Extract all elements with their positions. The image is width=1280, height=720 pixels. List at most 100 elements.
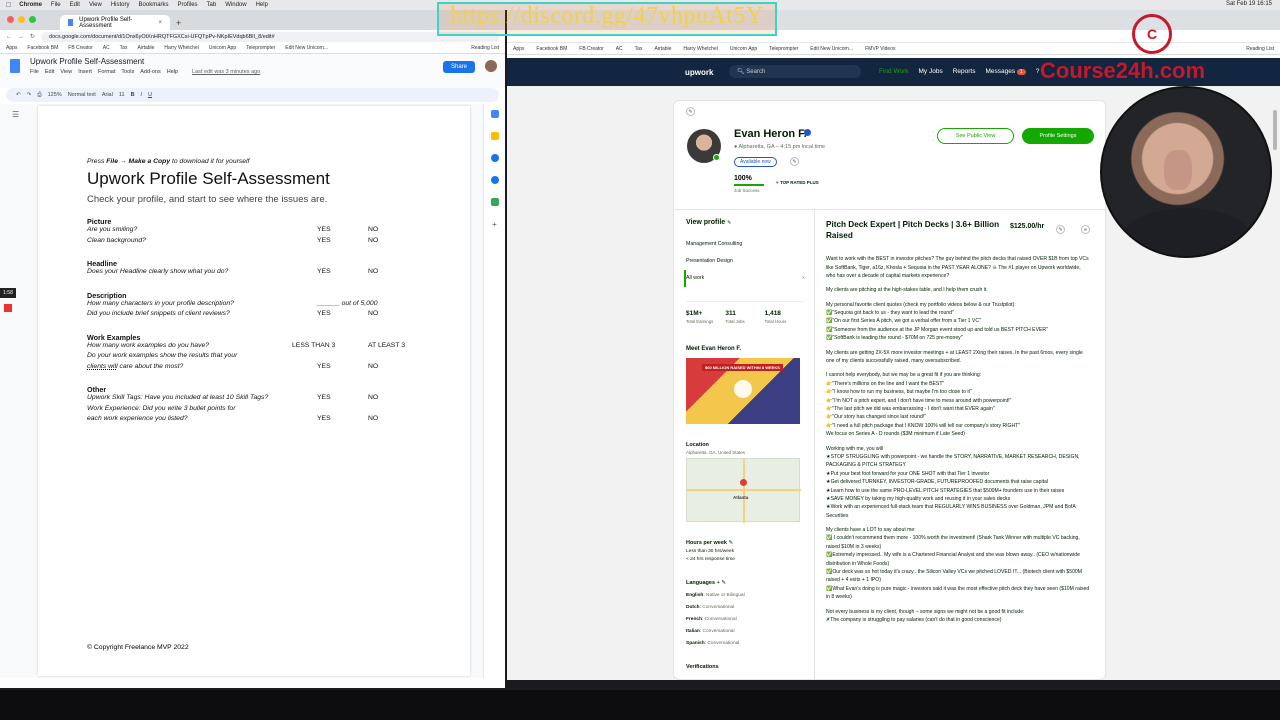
nav-find-work[interactable]: Find Work xyxy=(879,68,909,75)
bookmark-ac[interactable]: AC xyxy=(616,46,623,52)
bookmark-tax[interactable]: Tax xyxy=(120,45,128,51)
address-bar[interactable]: docs.google.com/document/d/1Ons6yOtXnHRQ… xyxy=(41,31,499,42)
menu-clock[interactable]: Sat Feb 19 16:15 xyxy=(1226,1,1272,7)
nav-my-jobs[interactable]: My Jobs xyxy=(919,68,943,75)
minimize-window-button[interactable] xyxy=(18,16,25,23)
bookmark-ac[interactable]: AC xyxy=(103,45,110,51)
keep-icon[interactable] xyxy=(490,132,499,140)
add-ons-plus-icon[interactable]: + xyxy=(484,220,505,229)
docs-menu-view[interactable]: View xyxy=(60,69,72,75)
bookmark-fmvp-videos[interactable]: FMVP Videos xyxy=(865,46,895,52)
close-window-button[interactable] xyxy=(7,16,14,23)
menu-profiles[interactable]: Profiles xyxy=(178,2,198,8)
reload-icon[interactable]: ↻ xyxy=(30,33,35,40)
back-icon[interactable]: ← xyxy=(6,34,12,40)
menu-app-name[interactable]: Chrome xyxy=(19,2,42,8)
nav-reports[interactable]: Reports xyxy=(953,68,976,75)
tab-upwork-self-assessment[interactable]: Upwork Profile Self-Assessment × xyxy=(60,15,170,30)
docs-menu-tools[interactable]: Tools xyxy=(121,69,134,75)
calendar-icon[interactable] xyxy=(490,110,499,118)
google-docs-icon[interactable] xyxy=(10,59,20,73)
edit-rate-icon[interactable]: ✎ xyxy=(1056,225,1065,234)
bookmark-edit-new-unicorn[interactable]: Edit New Unicorn... xyxy=(285,45,328,51)
see-public-view-button[interactable]: See Public View xyxy=(937,128,1014,144)
spec-presentation-design[interactable]: Presentation Design xyxy=(686,253,804,270)
bookmark-airtable[interactable]: Airtable xyxy=(654,46,671,52)
edit-pencil-icon[interactable]: ✎ xyxy=(721,580,726,586)
new-tab-button[interactable]: + xyxy=(176,18,181,28)
redo-icon[interactable]: ↷ xyxy=(27,92,32,98)
italic-icon[interactable]: I xyxy=(141,92,143,98)
bookmark-facebook-bm[interactable]: Facebook BM xyxy=(27,45,58,51)
help-icon[interactable]: ? xyxy=(1036,68,1040,75)
menu-view[interactable]: View xyxy=(89,2,102,8)
menu-help[interactable]: Help xyxy=(256,2,268,8)
bookmark-tax[interactable]: Tax xyxy=(635,46,643,52)
menu-tab[interactable]: Tab xyxy=(207,2,217,8)
document-title[interactable]: Upwork Profile Self-Assessment xyxy=(30,57,144,66)
bookmark-reading-list[interactable]: Reading List xyxy=(471,45,499,51)
stop-recording-icon[interactable] xyxy=(4,304,12,312)
apple-icon[interactable]:  xyxy=(6,2,11,9)
menu-history[interactable]: History xyxy=(111,2,130,8)
style-select[interactable]: Normal text xyxy=(68,92,96,98)
bookmark-facebook-bm[interactable]: Facebook BM xyxy=(536,46,567,52)
bookmark-teleprompter[interactable]: Teleprompter xyxy=(769,46,798,52)
docs-menu-addons[interactable]: Add-ons xyxy=(140,69,161,75)
spec-all-work[interactable]: All work › xyxy=(684,270,804,287)
nav-messages[interactable]: Messages 1 xyxy=(985,68,1026,75)
page-scrollbar[interactable] xyxy=(1273,110,1277,150)
docs-menu-edit[interactable]: Edit xyxy=(45,69,54,75)
availability-badge[interactable]: Available now xyxy=(734,157,777,167)
upwork-logo[interactable]: upwork xyxy=(685,68,713,77)
location-map[interactable]: Atlanta xyxy=(686,458,801,523)
play-icon[interactable] xyxy=(734,380,752,398)
outline-icon[interactable]: ☰ xyxy=(12,110,19,119)
edit-photo-icon[interactable]: ✎ xyxy=(686,107,695,116)
bookmark-teleprompter[interactable]: Teleprompter xyxy=(246,45,275,51)
user-avatar[interactable] xyxy=(485,60,497,72)
zoom-select[interactable]: 125% xyxy=(48,92,62,98)
bookmark-apps[interactable]: Apps xyxy=(513,46,524,52)
add-language-icon[interactable]: + xyxy=(717,580,720,586)
menu-bookmarks[interactable]: Bookmarks xyxy=(139,2,169,8)
spec-management-consulting[interactable]: Management Consulting xyxy=(686,236,804,253)
menu-file[interactable]: File xyxy=(51,2,61,8)
bookmark-edit-new-unicorn[interactable]: Edit New Unicorn... xyxy=(810,46,853,52)
bold-icon[interactable]: B xyxy=(131,92,135,98)
docs-menu-format[interactable]: Format xyxy=(98,69,115,75)
edit-pencil-icon[interactable]: ✎ xyxy=(727,220,731,226)
maps-icon[interactable] xyxy=(490,198,499,206)
profile-settings-button[interactable]: Profile Settings xyxy=(1022,128,1094,144)
menu-edit[interactable]: Edit xyxy=(70,2,80,8)
tasks-icon[interactable] xyxy=(490,154,499,162)
contacts-icon[interactable] xyxy=(490,176,499,184)
menu-window[interactable]: Window xyxy=(225,2,246,8)
bookmark-harry[interactable]: Harry Whetchel xyxy=(683,46,717,52)
bookmark-unicorn-app[interactable]: Unicorn App xyxy=(730,46,757,52)
docs-menu-insert[interactable]: Insert xyxy=(78,69,92,75)
undo-icon[interactable]: ↶ xyxy=(16,92,21,98)
bookmark-fb-creator[interactable]: FB Creator xyxy=(68,45,92,51)
zoom-window-button[interactable] xyxy=(29,16,36,23)
close-tab-icon[interactable]: × xyxy=(158,20,162,26)
docs-menu-help[interactable]: Help xyxy=(167,69,178,75)
forward-icon[interactable]: → xyxy=(18,34,24,40)
bookmark-airtable[interactable]: Airtable xyxy=(137,45,154,51)
last-edit-link[interactable]: Last edit was 3 minutes ago xyxy=(192,69,260,75)
bookmark-reading-list[interactable]: Reading List xyxy=(1246,46,1274,52)
discord-link[interactable]: https://discord.gg/47vhpuAt5Y xyxy=(450,3,764,30)
font-select[interactable]: Arial xyxy=(102,92,113,98)
print-icon[interactable]: ⎙ xyxy=(37,92,41,99)
bookmark-apps[interactable]: Apps xyxy=(6,45,17,51)
upwork-search-input[interactable]: 🔍︎ Search xyxy=(729,65,861,78)
docs-menu-file[interactable]: File xyxy=(30,69,39,75)
link-icon[interactable]: ∞ xyxy=(1081,225,1090,234)
font-size-input[interactable]: 11 xyxy=(119,92,125,98)
bookmark-unicorn-app[interactable]: Unicorn App xyxy=(209,45,236,51)
intro-video-thumbnail[interactable]: $60 MILLION RAISED WITHIN 8 WEEKS xyxy=(686,358,800,424)
edit-pencil-icon[interactable]: ✎ xyxy=(729,540,734,546)
underline-icon[interactable]: U xyxy=(148,92,152,98)
share-button[interactable]: Share xyxy=(442,61,475,73)
document-page[interactable]: Press File → Make a Copy to download it … xyxy=(38,106,470,676)
